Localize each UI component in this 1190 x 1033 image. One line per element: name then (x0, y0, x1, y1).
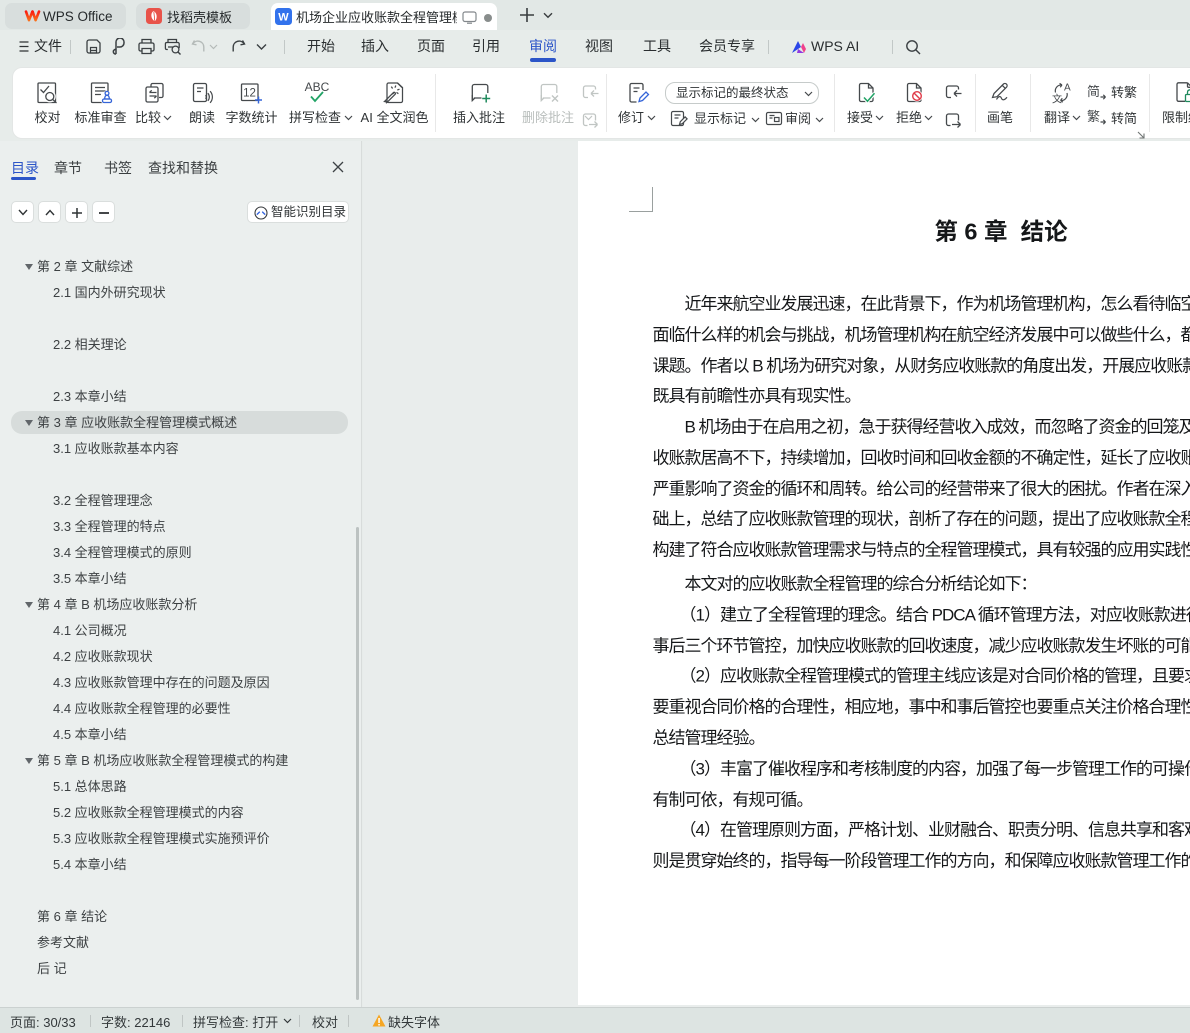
svg-text:ABC: ABC (305, 81, 330, 94)
svg-text:A: A (1064, 83, 1071, 94)
svg-text:12: 12 (243, 88, 256, 100)
svg-text:文: 文 (1052, 93, 1062, 105)
svg-text:W: W (278, 12, 289, 24)
